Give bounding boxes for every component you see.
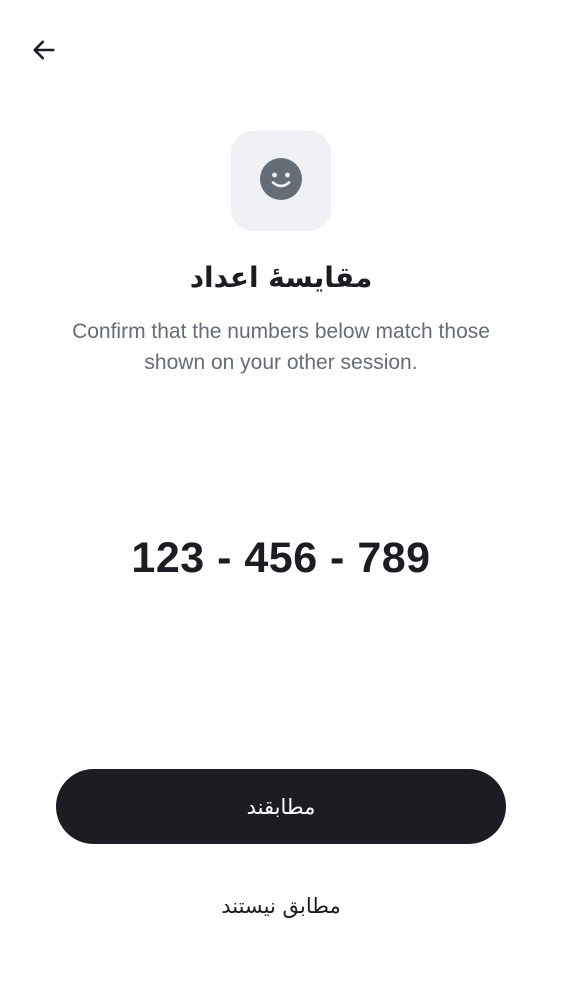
smiley-face-icon — [259, 157, 303, 205]
match-button[interactable]: مطابقند — [56, 769, 506, 844]
emoji-icon-container — [231, 131, 331, 231]
page-subtitle: Confirm that the numbers below match tho… — [72, 320, 490, 374]
verification-screen: مقایسهٔ اعداد Confirm that the numbers b… — [0, 0, 562, 1000]
no-match-button-label: مطابق نیستند — [221, 894, 341, 918]
back-button[interactable] — [24, 30, 64, 70]
arrow-left-icon — [30, 36, 58, 64]
match-button-label: مطابقند — [246, 794, 316, 819]
page-title: مقایسهٔ اعداد — [189, 261, 373, 294]
verification-numbers: 123 - 456 - 789 — [131, 534, 431, 582]
no-match-button[interactable]: مطابق نیستند — [156, 878, 406, 934]
